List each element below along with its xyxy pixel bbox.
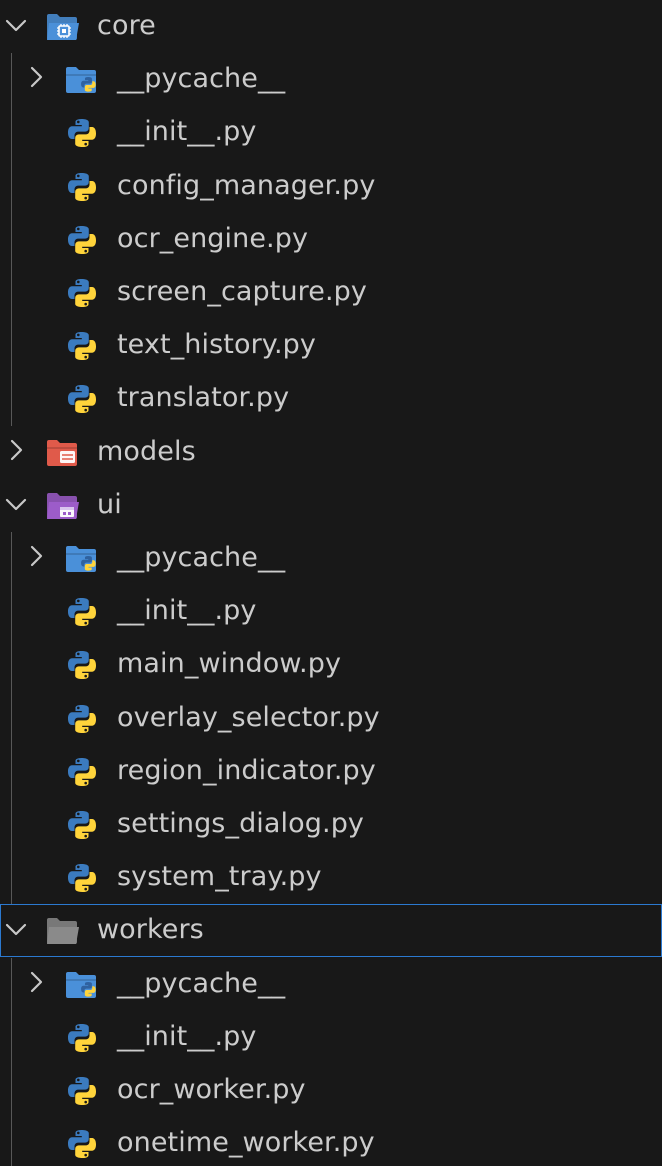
python-file-icon bbox=[64, 277, 100, 309]
folder-models-icon bbox=[45, 437, 81, 469]
tree-file-row[interactable]: main_window.py bbox=[0, 638, 662, 691]
tree-item-label: system_tray.py bbox=[117, 861, 322, 893]
tree-folder-row[interactable]: __pycache__ bbox=[0, 958, 662, 1011]
tree-file-row[interactable]: __init__.py bbox=[0, 1011, 662, 1064]
tree-file-row[interactable]: onetime_worker.py bbox=[0, 1117, 662, 1166]
tree-item-label: ocr_engine.py bbox=[117, 222, 309, 254]
chevron-down-icon[interactable] bbox=[4, 12, 28, 40]
chevron-down-icon[interactable] bbox=[4, 916, 28, 944]
tree-file-row[interactable]: screen_capture.py bbox=[0, 266, 662, 319]
tree-item-label: overlay_selector.py bbox=[117, 701, 380, 733]
tree-file-row[interactable]: __init__.py bbox=[0, 106, 662, 159]
folder-core-open-icon bbox=[45, 11, 81, 43]
python-file-icon bbox=[64, 649, 100, 681]
tree-file-row[interactable]: system_tray.py bbox=[0, 851, 662, 904]
python-file-icon bbox=[64, 224, 100, 256]
tree-item-label: config_manager.py bbox=[117, 169, 376, 201]
tree-item-label: main_window.py bbox=[117, 648, 342, 680]
python-file-icon bbox=[64, 596, 100, 628]
folder-open-icon bbox=[45, 915, 81, 947]
indent-guide bbox=[11, 957, 12, 1166]
python-file-icon bbox=[64, 703, 100, 735]
tree-item-label: translator.py bbox=[117, 382, 290, 414]
tree-item-label: __pycache__ bbox=[117, 63, 286, 95]
tree-file-row[interactable]: translator.py bbox=[0, 372, 662, 425]
tree-folder-row[interactable]: workers bbox=[0, 904, 662, 958]
indent-guide bbox=[11, 53, 12, 426]
python-file-icon bbox=[64, 117, 100, 149]
tree-file-row[interactable]: region_indicator.py bbox=[0, 745, 662, 798]
python-file-icon bbox=[64, 330, 100, 362]
tree-file-row[interactable]: settings_dialog.py bbox=[0, 798, 662, 851]
folder-python-icon bbox=[64, 543, 100, 575]
tree-file-row[interactable]: __init__.py bbox=[0, 585, 662, 638]
file-explorer-tree: core __pycache__ __init__.py config_manager… bbox=[0, 0, 662, 1166]
tree-item-label: onetime_worker.py bbox=[117, 1127, 375, 1159]
tree-folder-row[interactable]: __pycache__ bbox=[0, 53, 662, 106]
tree-file-row[interactable]: ocr_engine.py bbox=[0, 213, 662, 266]
chevron-right-icon[interactable] bbox=[24, 65, 48, 93]
tree-item-label: screen_capture.py bbox=[117, 276, 367, 307]
tree-folder-row[interactable]: core bbox=[0, 0, 662, 53]
tree-item-label: __pycache__ bbox=[117, 967, 286, 999]
tree-item-label: __init__.py bbox=[117, 1020, 257, 1052]
chevron-down-icon[interactable] bbox=[4, 491, 28, 519]
tree-file-row[interactable]: config_manager.py bbox=[0, 160, 662, 213]
tree-folder-row[interactable]: __pycache__ bbox=[0, 532, 662, 585]
tree-item-label: settings_dialog.py bbox=[117, 808, 365, 839]
tree-item-label: models bbox=[97, 435, 196, 467]
tree-folder-row[interactable]: models bbox=[0, 426, 662, 479]
tree-file-row[interactable]: text_history.py bbox=[0, 319, 662, 372]
tree-item-label: workers bbox=[97, 914, 204, 946]
tree-item-label: ocr_worker.py bbox=[117, 1074, 306, 1105]
python-file-icon bbox=[64, 383, 100, 415]
python-file-icon bbox=[64, 862, 100, 894]
python-file-icon bbox=[64, 1022, 100, 1054]
tree-item-label: __init__.py bbox=[117, 595, 257, 627]
python-file-icon bbox=[64, 1075, 100, 1107]
folder-python-icon bbox=[64, 969, 100, 1001]
chevron-right-icon[interactable] bbox=[24, 970, 48, 998]
chevron-right-icon[interactable] bbox=[24, 544, 48, 572]
tree-file-row[interactable]: ocr_worker.py bbox=[0, 1064, 662, 1117]
python-file-icon bbox=[64, 809, 100, 841]
python-file-icon bbox=[64, 1128, 100, 1160]
tree-file-row[interactable]: overlay_selector.py bbox=[0, 692, 662, 745]
tree-item-label: text_history.py bbox=[117, 329, 317, 361]
folder-python-icon bbox=[64, 64, 100, 96]
tree-folder-row[interactable]: ui bbox=[0, 479, 662, 532]
tree-item-label: __init__.py bbox=[117, 116, 257, 148]
python-file-icon bbox=[64, 756, 100, 788]
tree-item-label: ui bbox=[97, 488, 122, 520]
tree-item-label: __pycache__ bbox=[117, 542, 286, 573]
tree-item-label: core bbox=[97, 10, 156, 41]
indent-guide bbox=[11, 532, 12, 905]
python-file-icon bbox=[64, 171, 100, 203]
folder-ui-open-icon bbox=[45, 490, 81, 522]
chevron-right-icon[interactable] bbox=[4, 438, 28, 466]
tree-item-label: region_indicator.py bbox=[117, 754, 376, 786]
